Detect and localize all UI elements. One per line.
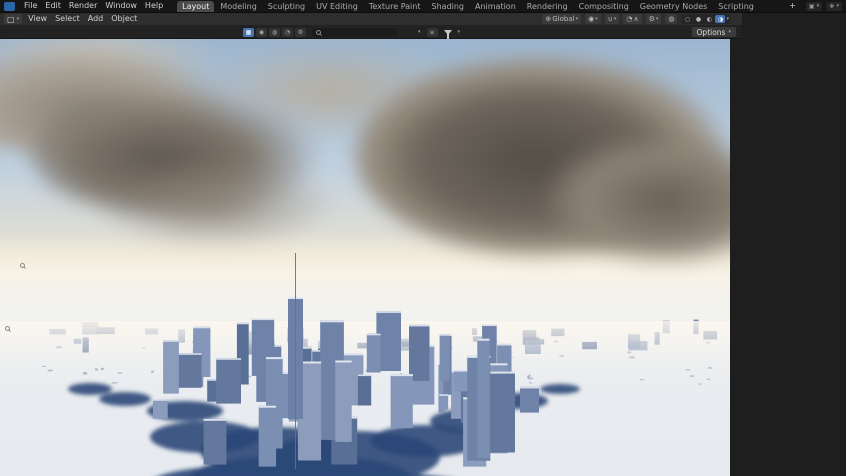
scene-selector[interactable]: ▣ ▾: [805, 1, 823, 11]
add-workspace-button[interactable]: +: [785, 0, 800, 12]
magnet-icon: ∪: [607, 15, 613, 23]
workspace-tabs: Layout Modeling Sculpting UV Editing Texture…: [177, 0, 783, 12]
chevron-down-icon: ▾: [726, 16, 729, 22]
blender-window: File Edit Render Window Help Layout Modeling S…: [0, 0, 846, 476]
object-mode-icon: ▢: [7, 14, 15, 24]
shading-rendered-button[interactable]: ◑: [715, 15, 726, 23]
viewport-menus: View Select Add Object: [24, 13, 141, 25]
chevron-down-icon: ▾: [655, 16, 659, 22]
shading-material-button[interactable]: ◐: [704, 15, 714, 23]
viewport-header: ▢ ▾ View Select Add Object ⊕ Global ▾ ◉ ▾ ∪ ▾ ◔ ∧…: [0, 13, 742, 26]
workspace-tab[interactable]: Geometry Nodes: [635, 1, 712, 12]
search-icon: [5, 326, 11, 331]
proportional-icon: ◔: [626, 15, 633, 23]
blender-logo-icon[interactable]: [4, 1, 15, 11]
falloff-icon: ∧: [633, 15, 639, 23]
workspace-tab[interactable]: UV Editing: [311, 1, 363, 12]
workspace-tab[interactable]: Sculpting: [263, 1, 310, 12]
chevron-down-icon: ▾: [457, 29, 461, 35]
menu-item[interactable]: Render: [65, 1, 101, 10]
filter-funnel-icon[interactable]: [443, 29, 452, 39]
gizmo-icon: ⚙: [648, 15, 655, 23]
asset-scenes-icon[interactable]: ◍: [269, 27, 280, 37]
mode-dropdown[interactable]: ▢ ▾: [4, 14, 23, 24]
asset-brushes-icon[interactable]: ⚙: [295, 27, 306, 37]
chevron-down-icon: ▾: [728, 29, 731, 35]
workspace-tab[interactable]: Scripting: [713, 1, 759, 12]
display-mode-icon[interactable]: ≡: [426, 27, 438, 37]
scene-selectors: ▣ ▾ ❖ ▾: [805, 1, 842, 11]
chevron-down-icon: ▾: [418, 29, 421, 35]
options-dropdown[interactable]: Options ▾: [691, 27, 736, 37]
viewport-menu-item[interactable]: Object: [107, 14, 141, 23]
viewport-shading-group: ○ ● ◐ ◑ ▾: [681, 14, 730, 24]
view-layer-selector[interactable]: ❖ ▾: [826, 1, 842, 11]
shading-solid-button[interactable]: ●: [693, 15, 703, 23]
orientation-icon: ⊕: [545, 15, 552, 23]
shading-wireframe-button[interactable]: ○: [682, 15, 692, 23]
chevron-down-icon: ▾: [575, 16, 579, 22]
asset-materials-icon[interactable]: ◉: [256, 27, 267, 37]
workspace-tab[interactable]: Rendering: [522, 1, 573, 12]
viewport-menu-item[interactable]: View: [24, 14, 51, 23]
search-icon: [316, 29, 321, 35]
top-menu-bar: File Edit Render Window Help Layout Modeling S…: [0, 0, 846, 13]
chevron-down-icon: ▾: [836, 3, 839, 9]
view-layer-icon: ❖: [829, 2, 835, 10]
asset-hdr-icon[interactable]: ◔: [282, 27, 293, 37]
viewport-header-tools: ⊕ Global ▾ ◉ ▾ ∪ ▾ ◔ ∧ ⚙ ▾ ◍ ○ ● ◐ ◑ ▾: [542, 14, 730, 24]
gizmos-dropdown[interactable]: ⚙ ▾: [645, 14, 662, 24]
workspace-tab[interactable]: Shading: [426, 1, 469, 12]
asset-models-icon[interactable]: ▦: [243, 27, 254, 37]
snap-dropdown[interactable]: ∪ ▾: [604, 14, 620, 24]
chevron-down-icon: ▾: [16, 16, 20, 22]
overlays-toggle[interactable]: ◍: [665, 14, 678, 24]
menu-item[interactable]: File: [20, 1, 41, 10]
pivot-icon: ◉: [588, 15, 595, 23]
chevron-down-icon: ▾: [816, 3, 820, 9]
asset-filter-group: ▾ ≡ ▾: [418, 27, 461, 39]
blenderkit-bar: ▦ ◉ ◍ ◔ ⚙ ▾ ≡ ▾ Options ▾: [0, 26, 742, 39]
menu-item[interactable]: Help: [141, 1, 167, 10]
search-icon[interactable]: [19, 263, 25, 268]
menu-item[interactable]: Edit: [41, 1, 65, 10]
workspace-tab[interactable]: Layout: [177, 0, 215, 12]
workspace-tab[interactable]: Modeling: [215, 1, 261, 12]
chevron-down-icon: ▾: [595, 16, 598, 22]
viewport-menu-item[interactable]: Select: [51, 14, 84, 23]
asset-search-input[interactable]: [312, 27, 398, 37]
viewport-3d[interactable]: [0, 39, 730, 476]
menu-item[interactable]: Window: [101, 1, 141, 10]
transform-orientation-dropdown[interactable]: ⊕ Global ▾: [542, 14, 582, 24]
viewport-menu-item[interactable]: Add: [84, 14, 108, 23]
workspace-tab[interactable]: Animation: [470, 1, 521, 12]
chevron-down-icon: ▾: [613, 16, 617, 22]
workspace-tab[interactable]: Texture Paint: [364, 1, 426, 12]
pivot-point-dropdown[interactable]: ◉ ▾: [585, 14, 601, 24]
main-menus: File Edit Render Window Help: [20, 0, 167, 12]
overlays-icon: ◍: [668, 15, 675, 23]
proportional-editing-dropdown[interactable]: ◔ ∧: [623, 14, 642, 24]
cloud: [95, 159, 335, 249]
blenderkit-category-icons: ▦ ◉ ◍ ◔ ⚙: [243, 27, 306, 37]
scene-icon: ▣: [808, 2, 815, 10]
workspace-tab[interactable]: Compositing: [574, 1, 634, 12]
